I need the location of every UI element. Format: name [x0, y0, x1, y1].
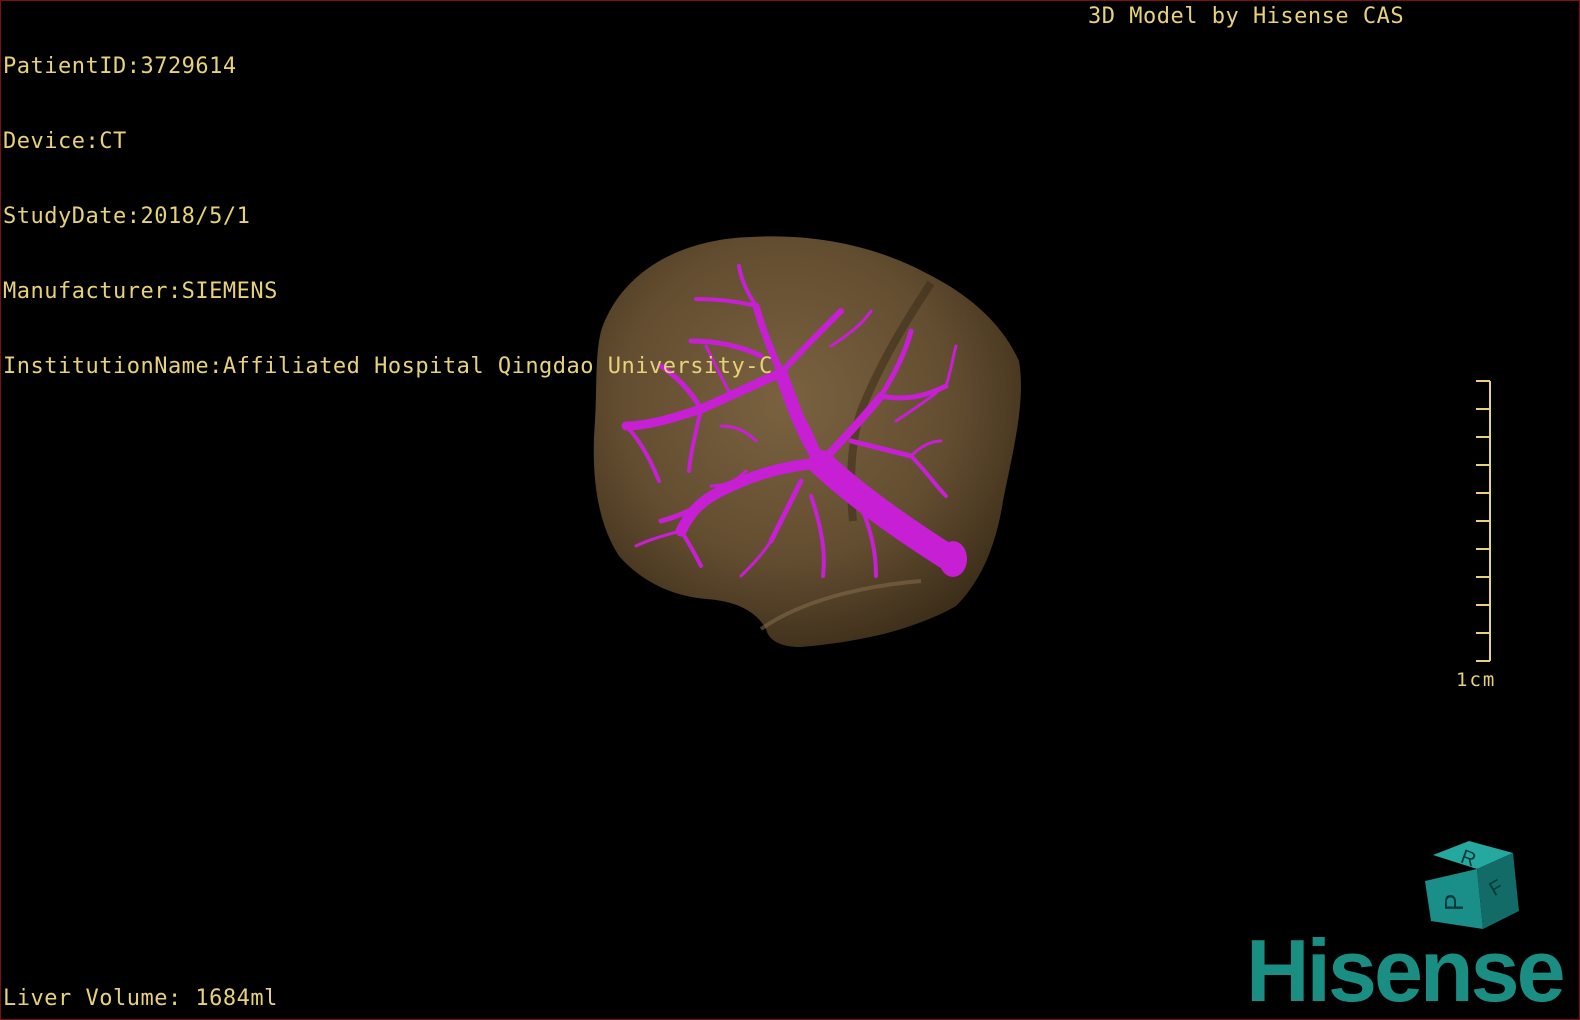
liver-volume: Liver Volume: 1684ml	[3, 986, 278, 1011]
study-info-panel: PatientID:3729614 Device:CT StudyDate:20…	[3, 4, 773, 429]
3d-viewport[interactable]: R P F PatientID:3729614 Device:CT StudyD…	[0, 0, 1580, 1020]
device: Device:CT	[3, 129, 127, 154]
scale-bar-label: 1cm	[1456, 669, 1497, 691]
study-date: StudyDate:2018/5/1	[3, 204, 251, 229]
scale-bar	[1476, 380, 1491, 662]
manufacturer: Manufacturer:SIEMENS	[3, 279, 278, 304]
cube-front-label: P	[1439, 894, 1469, 911]
vein-end	[939, 541, 967, 577]
model-credit: 3D Model by Hisense CAS	[1088, 4, 1405, 29]
hisense-logo: Hisense	[1246, 921, 1566, 1020]
orientation-cube[interactable]: R P F	[1425, 841, 1519, 929]
patient-id: PatientID:3729614	[3, 54, 237, 79]
institution-name: InstitutionName:Affiliated Hospital Qing…	[3, 354, 773, 379]
